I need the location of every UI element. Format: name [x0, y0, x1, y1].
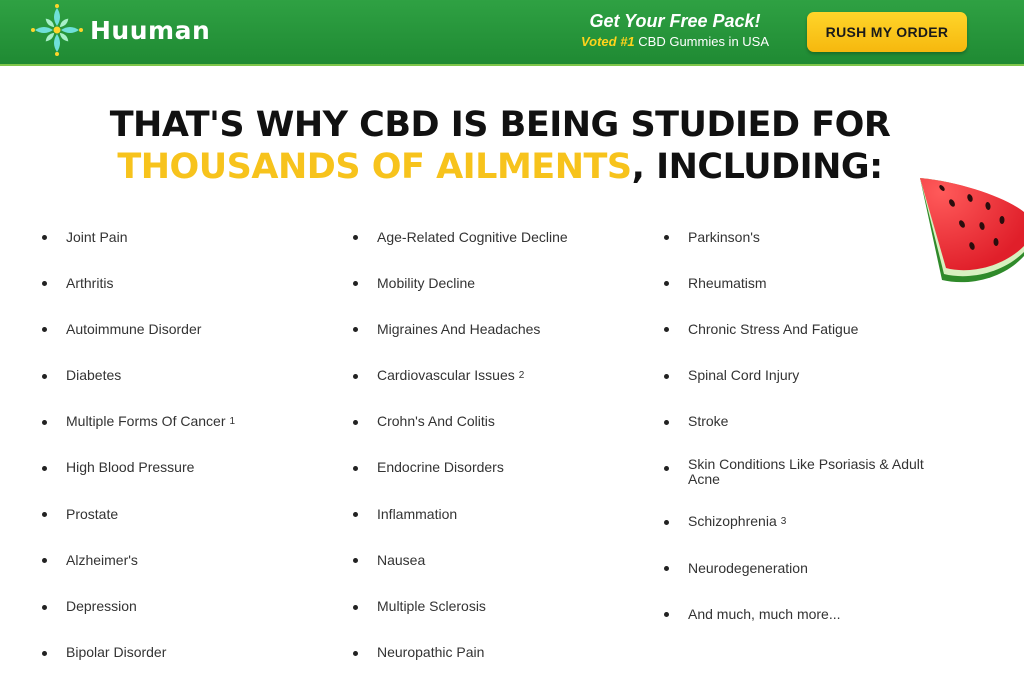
- list-item-label: High Blood Pressure: [66, 459, 195, 476]
- page-headline: THAT'S WHY CBD IS BEING STUDIED FOR THOU…: [0, 104, 1000, 188]
- promo-subtitle: Voted #1 CBD Gummies in USA: [560, 34, 790, 50]
- list-item: High Blood Pressure: [40, 449, 340, 487]
- list-item: Rheumatism: [662, 264, 962, 302]
- list-item-label: Cardiovascular Issues: [377, 367, 515, 384]
- list-item: Arthritis: [40, 264, 340, 303]
- list-item: Multiple Forms Of Cancer 1: [40, 403, 340, 441]
- headline-line-2-rest: , INCLUDING:: [631, 147, 884, 187]
- list-item-label: Migraines And Headaches: [377, 320, 541, 337]
- list-item: Chronic Stress And Fatigue: [662, 310, 962, 349]
- list-item-label: Age-Related Cognitive Decline: [377, 228, 568, 245]
- list-item-label: Autoimmune Disorder: [66, 320, 202, 337]
- list-item-label: Neuropathic Pain: [377, 644, 485, 661]
- list-item: Age-Related Cognitive Decline: [351, 218, 651, 256]
- list-item-label: Crohn's And Colitis: [377, 413, 495, 430]
- site-header: Huuman Get Your Free Pack! Voted #1 CBD …: [0, 0, 1024, 66]
- list-item: Migraines And Headaches: [351, 310, 651, 348]
- list-item: Prostate: [40, 495, 340, 533]
- list-item: Autoimmune Disorder: [40, 310, 340, 348]
- list-item[interactable]: And much, much more...: [662, 595, 962, 634]
- list-item-label: Parkinson's: [688, 228, 760, 245]
- list-item-label: Spinal Cord Injury: [688, 367, 800, 384]
- list-item: Crohn's And Colitis: [351, 403, 651, 441]
- list-item-label: Skin Conditions Like Psoriasis & Adult A…: [688, 455, 924, 487]
- list-item: Stroke: [662, 403, 962, 441]
- list-item-label: Diabetes: [66, 367, 122, 384]
- list-item-label: Bipolar Disorder: [66, 644, 167, 661]
- promo-title: Get Your Free Pack!: [589, 11, 761, 31]
- list-item: Skin Conditions Like Psoriasis & Adult A…: [662, 449, 962, 495]
- list-item: Mobility Decline: [351, 264, 651, 303]
- list-item-label: Alzheimer's: [66, 551, 138, 568]
- list-item-label: Rheumatism: [688, 274, 767, 291]
- list-item: Multiple Sclerosis: [351, 588, 651, 626]
- list-item-label: Multiple Sclerosis: [377, 598, 486, 614]
- list-item-label: Mobility Decline: [377, 274, 476, 291]
- list-item: Neurodegeneration: [662, 549, 962, 587]
- headline-line-1: THAT'S WHY CBD IS BEING STUDIED FOR: [109, 105, 891, 145]
- list-item: Schizophrenia 3: [662, 503, 962, 541]
- footnote-ref[interactable]: 1: [229, 414, 235, 429]
- leaf-logo-icon: [31, 4, 83, 56]
- footnote-ref[interactable]: 2: [519, 368, 525, 383]
- list-item-label: Chronic Stress And Fatigue: [688, 320, 859, 337]
- list-item-label: Neurodegeneration: [688, 559, 808, 576]
- list-item: Spinal Cord Injury: [662, 357, 962, 395]
- promo-subtitle-rest: CBD Gummies in USA: [634, 34, 770, 49]
- list-item: Bipolar Disorder: [40, 634, 340, 672]
- ailment-list-col-1: Joint Pain Arthritis Autoimmune Disorder…: [40, 218, 340, 680]
- list-item-label: Schizophrenia: [688, 513, 777, 530]
- list-item: Cardiovascular Issues 2: [351, 357, 651, 395]
- brand-name: Huuman: [90, 15, 211, 45]
- list-item-label: Inflammation: [377, 505, 458, 522]
- list-item-label: Multiple Forms Of Cancer: [66, 413, 226, 430]
- list-item: Diabetes: [40, 356, 340, 395]
- list-item: Parkinson's: [662, 218, 962, 256]
- ailment-list-col-3: Parkinson's Rheumatism Chronic Stress An…: [662, 218, 962, 642]
- list-item: Nausea: [351, 541, 651, 579]
- ailment-list-col-2: Age-Related Cognitive Decline Mobility D…: [351, 218, 651, 680]
- promo-block: Get Your Free Pack! Voted #1 CBD Gummies…: [560, 10, 790, 50]
- list-item: Depression: [40, 588, 340, 626]
- list-item-label: Joint Pain: [66, 228, 128, 245]
- promo-highlight: Voted #1: [580, 34, 635, 49]
- list-item: Endocrine Disorders: [351, 449, 651, 487]
- list-item: Neuropathic Pain: [351, 633, 651, 672]
- rush-order-button[interactable]: RUSH MY ORDER: [807, 12, 967, 52]
- brand-logo[interactable]: Huuman: [30, 4, 210, 56]
- list-item: Inflammation: [351, 495, 651, 534]
- list-item-label: Stroke: [688, 413, 729, 430]
- footnote-ref[interactable]: 3: [781, 514, 787, 529]
- list-item: Joint Pain: [40, 218, 340, 256]
- list-item: Alzheimer's: [40, 541, 340, 580]
- list-item-label: Nausea: [377, 551, 426, 568]
- list-item-label: Arthritis: [66, 274, 114, 291]
- list-item-label: Depression: [66, 598, 137, 614]
- list-item-label: And much, much more...: [688, 605, 841, 622]
- headline-highlight: THOUSANDS OF AILMENTS: [117, 147, 632, 187]
- list-item-label: Prostate: [66, 505, 119, 522]
- list-item-label: Endocrine Disorders: [377, 459, 504, 476]
